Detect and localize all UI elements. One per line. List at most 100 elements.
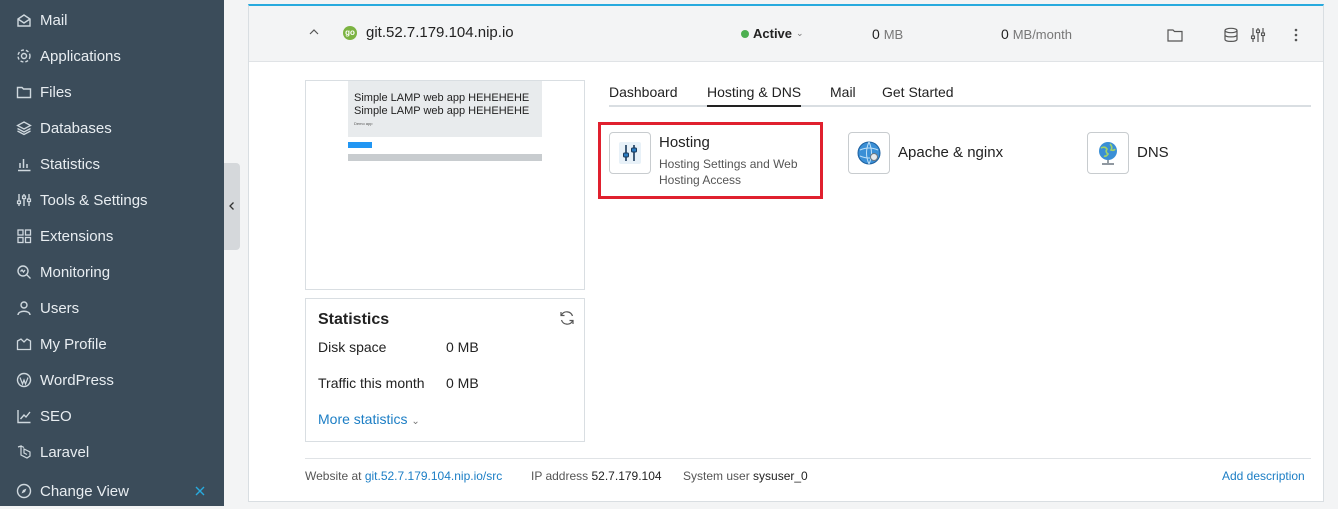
sidebar-item-label: Mail	[40, 11, 68, 29]
footer-sysuser: System user sysuser_0	[683, 469, 808, 483]
sidebar-item-tools-settings[interactable]: Tools & Settings	[0, 182, 224, 218]
status-dot-icon	[741, 29, 749, 38]
traffic-value: 0	[1001, 26, 1009, 42]
sidebar-item-applications[interactable]: Applications	[0, 38, 224, 74]
file-manager-icon[interactable]	[1166, 26, 1184, 44]
sidebar-item-change-view[interactable]: Change View	[0, 473, 224, 509]
sidebar-item-label: Databases	[40, 119, 112, 137]
chevron-left-icon	[227, 198, 237, 216]
refresh-icon[interactable]	[558, 309, 576, 327]
mail-icon	[16, 12, 32, 28]
preview-subheading: Simple LAMP web app HEHEHEHE	[354, 105, 530, 117]
traffic-value: 0 MB	[446, 375, 479, 391]
sidebar-item-seo[interactable]: SEO	[0, 398, 224, 434]
preview-table-header	[348, 154, 542, 161]
disk-unit: MB	[883, 27, 904, 42]
disk-space-label: Disk space	[318, 339, 387, 355]
footer-website: Website at git.52.7.179.104.nip.io/src	[305, 469, 502, 483]
sidebar-item-wordpress[interactable]: WordPress	[0, 362, 224, 398]
sysuser-value: sysuser_0	[753, 469, 808, 483]
website-label: Website at	[305, 469, 362, 483]
preview-heading: Simple LAMP web app HEHEHEHE	[354, 92, 530, 104]
ip-label: IP address	[531, 469, 589, 483]
sidebar-item-users[interactable]: Users	[0, 290, 224, 326]
sidebar-item-extensions[interactable]: Extensions	[0, 218, 224, 254]
sidebar-collapse-button[interactable]	[224, 163, 240, 250]
sliders-icon	[16, 192, 32, 208]
apache-nginx-card[interactable]: Apache & nginx	[848, 132, 1048, 174]
tab-dashboard[interactable]: Dashboard	[609, 84, 678, 107]
preview-small-text: Demo app	[354, 121, 373, 126]
settings-sliders-icon[interactable]	[1249, 26, 1267, 44]
grid-icon	[16, 228, 32, 244]
compass-icon	[16, 483, 32, 499]
sidebar-item-mail[interactable]: Mail	[0, 2, 224, 38]
sidebar-item-databases[interactable]: Databases	[0, 110, 224, 146]
traffic-unit: MB/month	[1012, 27, 1072, 42]
status-dropdown[interactable]: Active ⌄	[741, 26, 804, 41]
status-label: Active	[753, 26, 793, 41]
statistics-card: Statistics Disk space 0 MB Traffic this …	[305, 298, 585, 442]
seo-icon	[16, 408, 32, 424]
disk-space-value: 0 MB	[446, 339, 479, 355]
profile-icon	[16, 336, 32, 352]
website-link[interactable]: git.52.7.179.104.nip.io/src	[365, 469, 502, 483]
gear-icon	[16, 48, 32, 64]
footer-divider	[305, 458, 1311, 459]
tab-hosting-dns[interactable]: Hosting & DNS	[707, 84, 802, 107]
bar-chart-icon	[16, 156, 32, 172]
user-icon	[16, 300, 32, 316]
site-preview[interactable]: Simple LAMP web app HEHEHEHE Simple LAMP…	[305, 80, 585, 290]
laravel-icon	[16, 444, 32, 460]
wordpress-icon	[16, 372, 32, 388]
sidebar-item-label: Change View	[40, 482, 129, 500]
sidebar-item-files[interactable]: Files	[0, 74, 224, 110]
sidebar-item-label: Tools & Settings	[40, 191, 148, 209]
chevron-up-icon[interactable]	[307, 25, 321, 39]
apache-nginx-title: Apache & nginx	[898, 144, 1004, 161]
traffic-label: Traffic this month	[318, 375, 425, 391]
sidebar-item-statistics[interactable]: Statistics	[0, 146, 224, 182]
folder-icon	[16, 84, 32, 100]
apache-nginx-icon	[848, 132, 890, 174]
sidebar-item-monitoring[interactable]: Monitoring	[0, 254, 224, 290]
domain-name[interactable]: git.52.7.179.104.nip.io	[366, 24, 514, 41]
sysuser-label: System user	[683, 469, 750, 483]
domain-status-icon: go	[343, 26, 357, 40]
more-statistics-link[interactable]: More statistics ⌄	[318, 411, 420, 427]
dns-globe-icon	[1087, 132, 1129, 174]
sidebar-item-label: Applications	[40, 47, 121, 65]
sidebar-item-label: SEO	[40, 407, 72, 425]
traffic-usage: 0 MB/month	[1001, 26, 1072, 42]
add-description-label: Add description	[1222, 469, 1305, 483]
tab-mail[interactable]: Mail	[830, 84, 856, 107]
sidebar-item-label: Statistics	[40, 155, 101, 173]
chevron-down-icon: ⌄	[796, 28, 804, 38]
database-icon[interactable]	[1222, 26, 1240, 44]
sidebar-item-label: Users	[40, 299, 80, 317]
close-icon[interactable]	[192, 483, 208, 499]
sidebar-item-label: My Profile	[40, 335, 107, 353]
highlight-box	[598, 122, 823, 199]
monitor-search-icon	[16, 264, 32, 280]
sidebar-item-label: Monitoring	[40, 263, 111, 281]
sidebar-item-my-profile[interactable]: My Profile	[0, 326, 224, 362]
disk-value: 0	[872, 26, 880, 42]
footer-ip: IP address 52.7.179.104	[531, 469, 662, 483]
sidebar-item-label: WordPress	[40, 371, 114, 389]
more-statistics-label: More statistics	[318, 411, 408, 427]
chevron-down-icon: ⌄	[411, 416, 420, 427]
dns-title: DNS	[1137, 144, 1169, 161]
dns-card[interactable]: DNS	[1087, 132, 1207, 174]
tab-get-started[interactable]: Get Started	[882, 84, 954, 107]
domain-header: go git.52.7.179.104.nip.io Active ⌄ 0 MB…	[249, 6, 1323, 62]
sidebar-item-laravel[interactable]: Laravel	[0, 434, 224, 470]
add-description-link[interactable]: Add description	[1222, 469, 1305, 483]
domain-panel: go git.52.7.179.104.nip.io Active ⌄ 0 MB…	[248, 4, 1324, 502]
sidebar: Mail Applications Files Databases Statis…	[0, 0, 224, 506]
tab-bar: Dashboard Hosting & DNS Mail Get Started	[609, 82, 1311, 107]
ip-value: 52.7.179.104	[591, 469, 662, 483]
more-options-icon[interactable]	[1287, 26, 1305, 44]
disk-usage: 0 MB	[872, 26, 903, 42]
preview-banner: Simple LAMP web app HEHEHEHE Simple LAMP…	[348, 81, 542, 137]
